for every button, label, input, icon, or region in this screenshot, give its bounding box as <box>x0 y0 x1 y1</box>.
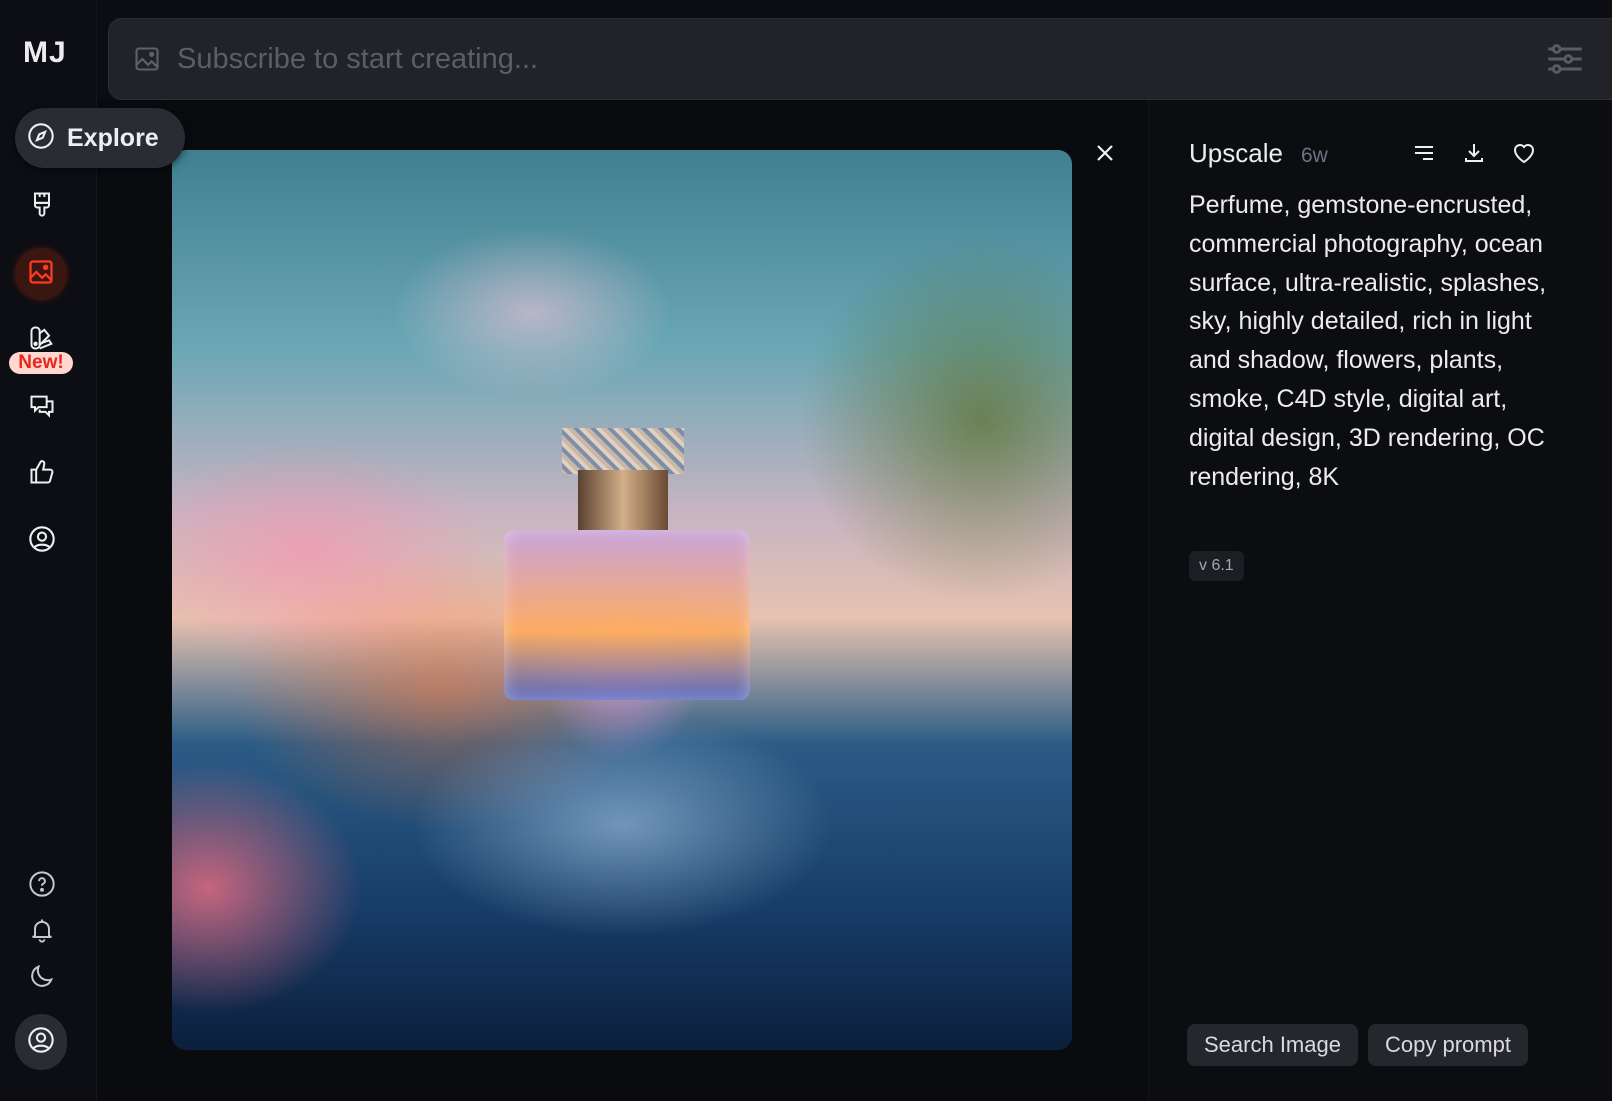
compass-icon <box>27 122 55 155</box>
download-button[interactable] <box>1461 142 1487 168</box>
search-image-button[interactable]: Search Image <box>1187 1024 1358 1066</box>
question-circle-icon <box>28 870 56 903</box>
settings-sliders-icon[interactable] <box>1545 39 1585 79</box>
prompt-text: Perfume, gemstone-encrusted, commercial … <box>1189 191 1547 491</box>
details-panel: Upscale 6w Perfume, gemstone-encrusted, … <box>1148 100 1612 1101</box>
brush-icon <box>28 190 56 223</box>
details-title: Upscale <box>1189 138 1283 168</box>
image-icon <box>27 258 55 291</box>
bottle-neck-graphic <box>578 470 668 530</box>
explore-button[interactable]: Explore <box>15 108 185 168</box>
bell-icon <box>28 916 56 949</box>
like-button[interactable] <box>1511 142 1537 168</box>
user-circle-icon <box>28 525 56 558</box>
details-header: Upscale 6w <box>1189 138 1328 169</box>
prompt-bar <box>108 18 1612 100</box>
options-menu-button[interactable] <box>1411 142 1437 168</box>
sidebar-item-theme[interactable] <box>20 956 64 1000</box>
image-upload-icon[interactable] <box>133 45 161 73</box>
heart-icon <box>1512 142 1536 169</box>
thumbs-up-icon <box>28 458 56 491</box>
close-icon <box>1095 143 1115 168</box>
list-icon <box>1413 142 1435 169</box>
details-age: 6w <box>1300 144 1328 167</box>
account-button[interactable] <box>15 1014 67 1070</box>
sidebar-item-help[interactable] <box>20 864 64 908</box>
prompt-input[interactable] <box>177 42 1477 76</box>
sidebar-item-rate[interactable] <box>20 452 64 496</box>
moon-icon <box>28 962 56 995</box>
sidebar: MJ Explore New! <box>0 0 185 1101</box>
bottle-cap-graphic <box>562 428 684 474</box>
chat-bubbles-icon <box>28 392 56 425</box>
sidebar-item-organize[interactable] <box>15 248 67 300</box>
user-circle-icon <box>27 1026 55 1059</box>
download-icon <box>1463 142 1485 169</box>
sidebar-item-profile[interactable] <box>20 519 64 563</box>
new-badge: New! <box>9 352 73 374</box>
version-badge: v 6.1 <box>1189 551 1244 581</box>
copy-prompt-button[interactable]: Copy prompt <box>1368 1024 1528 1066</box>
close-button[interactable] <box>1090 140 1120 170</box>
app: MJ Explore New! Subscribe to start creat… <box>0 0 1612 1101</box>
sidebar-item-create[interactable] <box>20 184 64 228</box>
explore-label: Explore <box>67 123 159 152</box>
bottle-graphic <box>504 530 750 700</box>
sidebar-item-chat[interactable] <box>20 386 64 430</box>
sidebar-item-notifications[interactable] <box>20 910 64 954</box>
logo[interactable]: MJ <box>23 36 67 70</box>
details-actions <box>1411 142 1537 168</box>
generated-image[interactable] <box>172 150 1072 1050</box>
